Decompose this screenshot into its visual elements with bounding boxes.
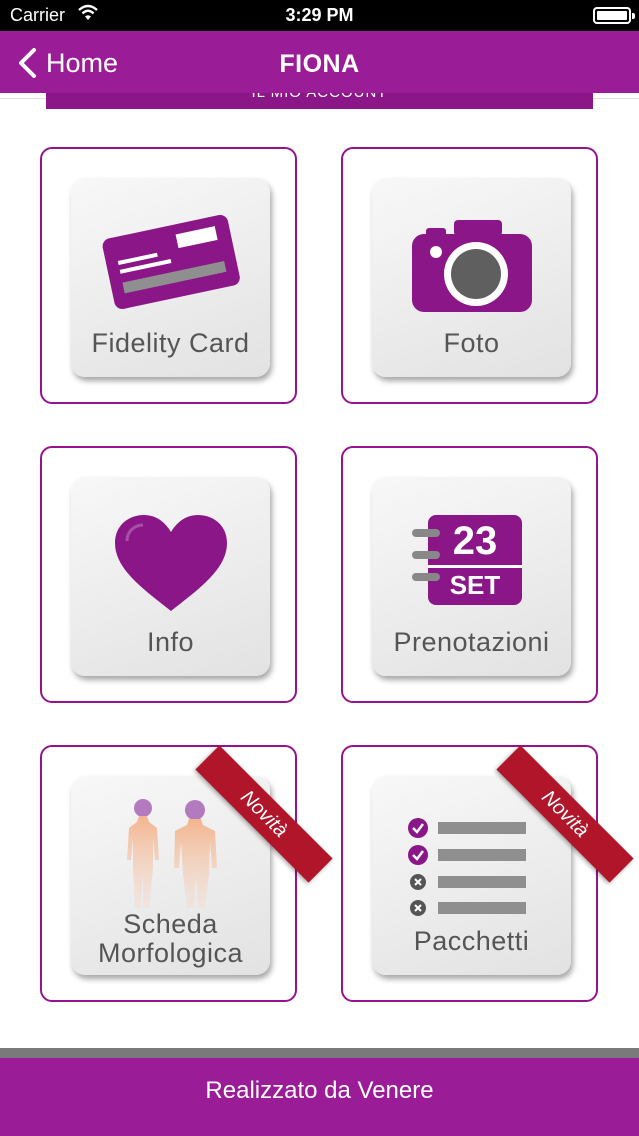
tile-label: Info bbox=[146, 627, 195, 657]
footer-credit: Realizzato da Venere bbox=[205, 1077, 434, 1104]
status-time: 3:29 PM bbox=[285, 5, 354, 25]
tile-label-line2: Morfologica bbox=[97, 938, 244, 968]
camera-icon bbox=[412, 220, 532, 312]
tile-label-line1: Scheda bbox=[123, 909, 218, 939]
navigation-bar: Home FIONA bbox=[0, 31, 639, 93]
battery-icon bbox=[593, 7, 635, 24]
tile-pacchetti[interactable]: Pacchetti Novità bbox=[341, 745, 634, 1002]
page-title: FIONA bbox=[279, 50, 360, 78]
account-section-label: IL MIO ACCOUNT bbox=[46, 93, 593, 101]
status-bar: Carrier 3:29 PM bbox=[0, 0, 639, 31]
tile-prenotazioni-button: 23 SET Prenotazioni bbox=[372, 477, 571, 676]
tile-foto[interactable]: Foto bbox=[341, 147, 598, 404]
body-silhouettes-icon bbox=[127, 799, 217, 908]
tile-info[interactable]: Info bbox=[40, 446, 297, 703]
tile-label: Fidelity Card bbox=[91, 328, 250, 358]
calendar-day: 23 bbox=[452, 519, 498, 563]
footer: Realizzato da Venere bbox=[0, 1058, 639, 1136]
calendar-icon: 23 SET bbox=[412, 515, 524, 607]
calendar-month: SET bbox=[449, 570, 501, 600]
account-section-header[interactable]: IL MIO ACCOUNT bbox=[46, 93, 593, 109]
tile-fidelity-card[interactable]: Fidelity Card bbox=[40, 147, 297, 404]
heart-icon bbox=[115, 515, 227, 611]
credit-card-icon bbox=[102, 214, 240, 310]
tile-label: Prenotazioni bbox=[393, 627, 550, 657]
tile-fidelity-card-button: Fidelity Card bbox=[71, 178, 270, 377]
tile-prenotazioni[interactable]: 23 SET Prenotazioni bbox=[341, 446, 598, 703]
checklist-icon bbox=[408, 818, 526, 916]
tile-info-button: Info bbox=[71, 477, 270, 676]
tile-foto-button: Foto bbox=[372, 178, 571, 377]
footer-divider bbox=[0, 1048, 639, 1058]
tile-label: Pacchetti bbox=[413, 926, 530, 956]
tile-scheda-morfologica[interactable]: Scheda Morfologica Novità bbox=[40, 745, 333, 1002]
tile-label: Scheda Morfologica bbox=[71, 910, 270, 968]
tile-label: Foto bbox=[443, 328, 500, 358]
